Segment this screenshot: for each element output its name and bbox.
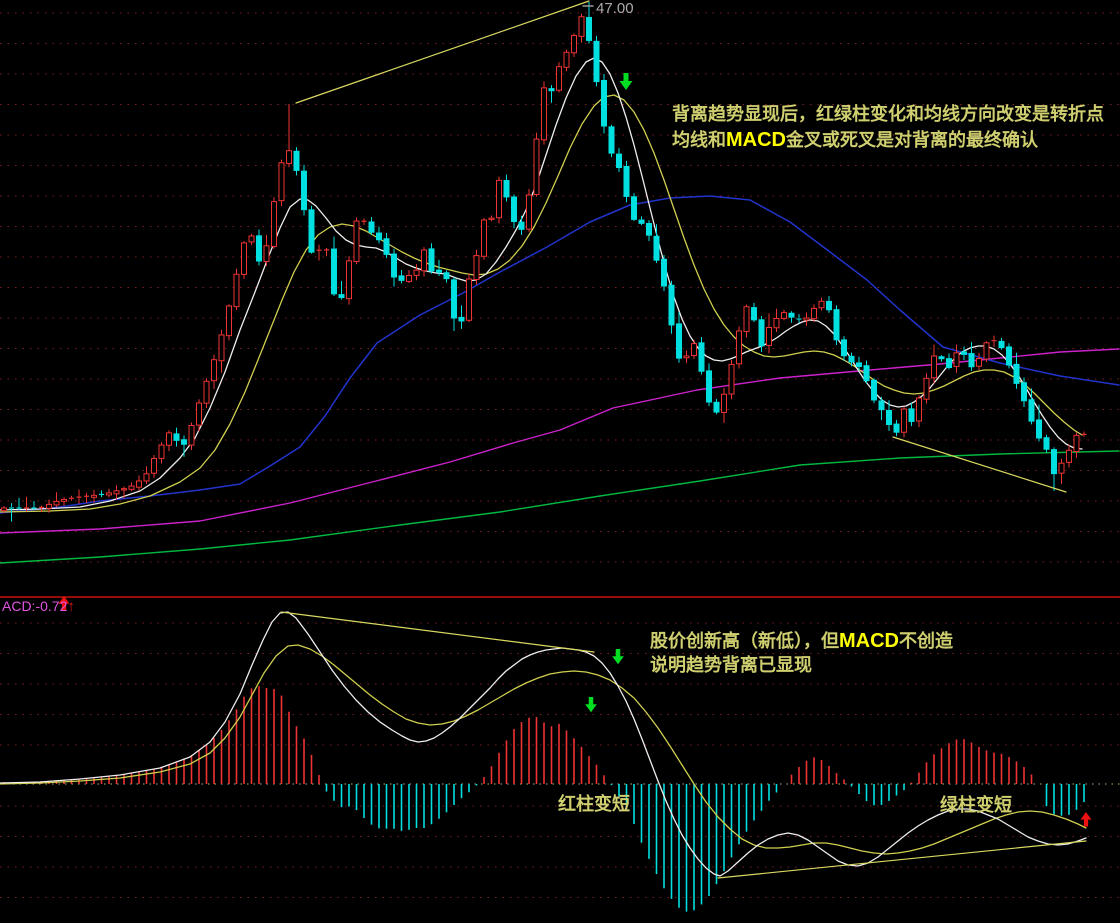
up-arrow-icon: ↑	[67, 598, 75, 615]
divergence-annotation-line2: 均线和MACD金叉或死叉是对背离的最终确认	[672, 127, 1104, 153]
divergence-annotation-line1: 背离趋势显现后，红绿柱变化和均线方向改变是转折点	[672, 103, 1104, 127]
red-columns-shorten-label: 红柱变短	[558, 793, 630, 817]
macd-divergence-note: 股价创新高（新低），但MACD不创造 说明趋势背离已显现	[650, 628, 953, 678]
macd-word: MACD	[839, 630, 899, 652]
macd-note-line2: 说明趋势背离已显现	[650, 654, 953, 678]
peak-price-label: 47.00	[596, 0, 634, 19]
macd-value-label: ACD:-0.72↑	[2, 597, 75, 617]
green-columns-shorten-label: 绿柱变短	[940, 794, 1012, 818]
divergence-annotation: 背离趋势显现后，红绿柱变化和均线方向改变是转折点 均线和MACD金叉或死叉是对背…	[672, 103, 1104, 153]
stock-chart-window: 背离趋势显现后，红绿柱变化和均线方向改变是转折点 均线和MACD金叉或死叉是对背…	[0, 0, 1120, 923]
macd-note-line1: 股价创新高（新低），但MACD不创造	[650, 628, 953, 654]
macd-word: MACD	[726, 129, 786, 151]
